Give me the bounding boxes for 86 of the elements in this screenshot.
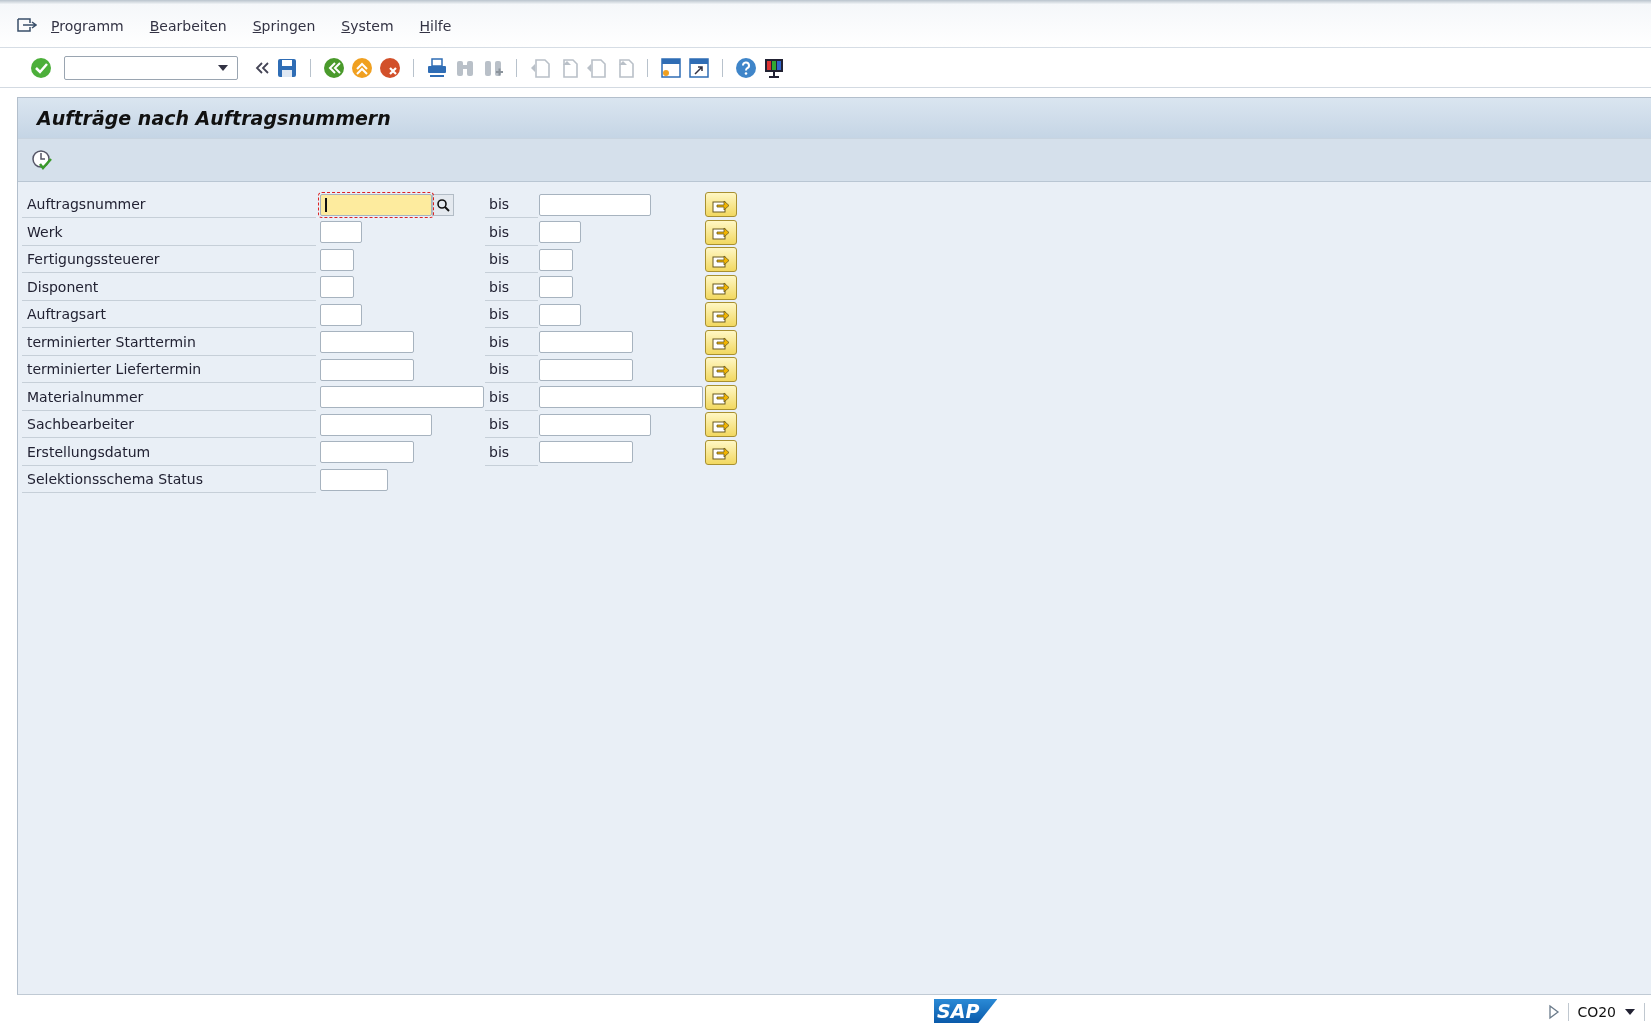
search-icon bbox=[436, 197, 450, 212]
multiple-selection-button[interactable] bbox=[705, 247, 737, 273]
field-label: Materialnummer bbox=[22, 383, 316, 411]
page-arrow-icon[interactable] bbox=[585, 56, 607, 79]
multiple-selection-button[interactable] bbox=[705, 412, 737, 438]
menu-item[interactable]: Springen bbox=[252, 17, 316, 34]
menu-icon[interactable] bbox=[17, 17, 37, 34]
search-button[interactable] bbox=[432, 193, 454, 216]
to-field[interactable] bbox=[539, 193, 651, 216]
arrow-icon bbox=[712, 444, 730, 461]
menu-item[interactable]: System bbox=[341, 17, 394, 34]
to-label: bis bbox=[485, 273, 538, 301]
field-label: Erstellungsdatum bbox=[22, 438, 316, 466]
field-label: Werk bbox=[22, 218, 316, 246]
execute-icon[interactable] bbox=[31, 149, 53, 171]
multiple-selection-button[interactable] bbox=[705, 329, 737, 355]
multiple-selection-button[interactable] bbox=[705, 384, 737, 410]
arrow-icon bbox=[712, 224, 730, 241]
to-label: bis bbox=[485, 218, 538, 246]
to-field[interactable] bbox=[539, 413, 651, 436]
caret-icon[interactable] bbox=[1624, 1008, 1636, 1016]
new-window-icon[interactable] bbox=[660, 56, 682, 79]
to-label: bis bbox=[485, 356, 538, 384]
cancel-icon[interactable] bbox=[379, 56, 401, 79]
save-icon[interactable] bbox=[276, 56, 298, 79]
field-label: terminierter Starttermin bbox=[22, 328, 316, 356]
multiple-selection-button[interactable] bbox=[705, 274, 737, 300]
to-field[interactable] bbox=[539, 276, 573, 299]
arrow-icon bbox=[712, 334, 730, 351]
to-field[interactable] bbox=[539, 386, 703, 409]
field-label: Sachbearbeiter bbox=[22, 411, 316, 439]
multiple-selection-button[interactable] bbox=[705, 357, 737, 383]
from-field[interactable] bbox=[320, 413, 432, 436]
to-label: bis bbox=[485, 191, 538, 219]
multiple-selection-button[interactable] bbox=[705, 439, 737, 465]
from-field[interactable] bbox=[320, 276, 354, 299]
menu-item[interactable]: Programm bbox=[51, 17, 124, 34]
from-field[interactable] bbox=[320, 468, 388, 491]
from-field[interactable] bbox=[320, 386, 484, 409]
field-label: Auftragsnummer bbox=[22, 191, 316, 219]
double-chevron-icon[interactable] bbox=[254, 60, 270, 75]
from-field[interactable] bbox=[320, 303, 362, 326]
command-field[interactable] bbox=[64, 55, 238, 80]
play-icon[interactable] bbox=[1548, 1004, 1561, 1020]
exit-icon[interactable] bbox=[351, 56, 373, 79]
from-field[interactable] bbox=[320, 358, 414, 381]
field-label: Fertigungssteuerer bbox=[22, 246, 316, 274]
screen-title: Aufträge nach Auftragsnummern bbox=[37, 107, 391, 129]
menu-item[interactable]: Bearbeiten bbox=[149, 17, 227, 34]
to-field[interactable] bbox=[539, 358, 633, 381]
from-field[interactable] bbox=[320, 441, 414, 464]
to-field[interactable] bbox=[539, 441, 633, 464]
to-field[interactable] bbox=[539, 331, 633, 354]
back-icon[interactable] bbox=[323, 56, 345, 79]
to-label: bis bbox=[485, 301, 538, 329]
from-field[interactable] bbox=[320, 193, 432, 216]
to-field[interactable] bbox=[539, 248, 573, 271]
arrow-icon bbox=[712, 389, 730, 406]
field-label: Disponent bbox=[22, 273, 316, 301]
shortcut-window-icon[interactable] bbox=[688, 56, 710, 79]
to-label: bis bbox=[485, 328, 538, 356]
to-field[interactable] bbox=[539, 303, 581, 326]
multiple-selection-button[interactable] bbox=[705, 302, 737, 328]
help-icon[interactable] bbox=[735, 56, 757, 79]
field-label: terminierter Liefertermin bbox=[22, 356, 316, 384]
monitor-icon[interactable] bbox=[763, 56, 785, 79]
to-label: bis bbox=[485, 246, 538, 274]
from-field[interactable] bbox=[320, 248, 354, 271]
to-field[interactable] bbox=[539, 221, 581, 244]
dropdown-caret-icon[interactable] bbox=[217, 63, 229, 72]
to-label: bis bbox=[485, 383, 538, 411]
to-label: bis bbox=[485, 411, 538, 439]
arrow-icon bbox=[712, 279, 730, 296]
page-arrow-icon[interactable] bbox=[529, 56, 551, 79]
check-icon[interactable] bbox=[30, 56, 52, 79]
transaction-code: CO20 bbox=[1577, 1004, 1616, 1020]
from-field[interactable] bbox=[320, 221, 362, 244]
multiple-selection-button[interactable] bbox=[705, 219, 737, 245]
multiple-selection-button[interactable] bbox=[705, 192, 737, 218]
from-field[interactable] bbox=[320, 331, 414, 354]
field-label: Selektionsschema Status bbox=[22, 466, 316, 494]
print-icon[interactable] bbox=[426, 56, 448, 79]
field-label: Auftragsart bbox=[22, 301, 316, 329]
menu-item[interactable]: Hilfe bbox=[419, 17, 452, 34]
to-label: bis bbox=[485, 438, 538, 466]
sap-logo: SAP bbox=[934, 999, 998, 1023]
